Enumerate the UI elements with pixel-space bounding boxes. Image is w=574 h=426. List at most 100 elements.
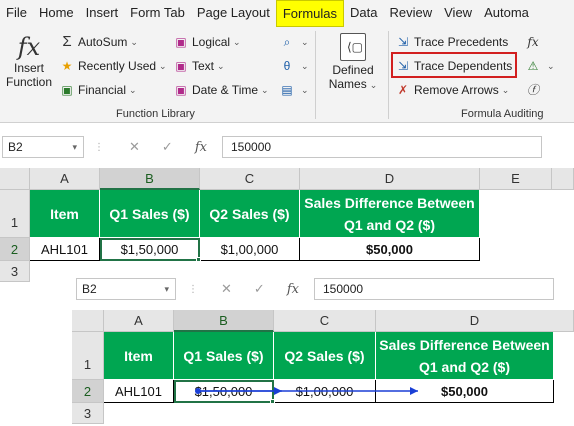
tab-formulas[interactable]: Formulas: [275, 0, 345, 27]
text-label: Text: [192, 59, 215, 73]
financial-label: Financial: [78, 83, 127, 97]
insert-function-button[interactable]: fx Insert Function: [4, 33, 54, 89]
cell-a2-2[interactable]: AHL101: [104, 380, 174, 403]
col-header-f[interactable]: [552, 168, 574, 190]
name-box-2[interactable]: B2 ▾: [76, 278, 176, 300]
formula-input[interactable]: 150000: [222, 136, 542, 158]
select-all-corner[interactable]: [0, 168, 30, 190]
name-box-value: B2: [8, 140, 23, 154]
header-cell-item-2[interactable]: Item: [104, 332, 174, 380]
formula-bar-2-buttons: ✕ ✓ fx: [210, 278, 310, 300]
cell-a2[interactable]: AHL101: [30, 238, 100, 261]
logical-label: Logical: [192, 35, 231, 49]
fill-handle[interactable]: [196, 257, 201, 262]
menu-bar: File Home Insert Form Tab Page Layout Fo…: [0, 0, 574, 27]
row-header-3-2[interactable]: 3: [72, 403, 104, 424]
row-header-3[interactable]: 3: [0, 261, 30, 282]
header-cell-q1[interactable]: Q1 Sales ($): [100, 190, 200, 238]
cancel-icon[interactable]: ✕: [221, 281, 232, 297]
header-cell-q2[interactable]: Q2 Sales ($): [200, 190, 300, 238]
recently-used-button[interactable]: ★ Recently Used ⌄: [60, 59, 167, 73]
fill-handle-2[interactable]: [270, 399, 275, 404]
splitter-handle[interactable]: ⋮: [94, 142, 104, 153]
tab-file[interactable]: File: [0, 0, 33, 27]
select-all-corner-2[interactable]: [72, 310, 104, 332]
financial-button[interactable]: ▣ Financial ⌄: [60, 83, 136, 97]
tab-automate[interactable]: Automa: [478, 0, 535, 27]
cell-d2-2[interactable]: $50,000: [376, 380, 554, 403]
enter-icon[interactable]: ✓: [162, 139, 173, 155]
splitter-handle[interactable]: ⋮: [188, 284, 198, 295]
trace-dependents-highlight: [391, 52, 517, 78]
header-cell-q1-2[interactable]: Q1 Sales ($): [174, 332, 274, 380]
col-header-a-2[interactable]: A: [104, 310, 174, 332]
chevron-down-icon: ⌄: [547, 60, 555, 71]
col-header-d[interactable]: D: [300, 168, 480, 190]
row-header-1-2[interactable]: 1: [72, 332, 104, 380]
tab-insert[interactable]: Insert: [80, 0, 125, 27]
tab-view[interactable]: View: [438, 0, 478, 27]
tab-home[interactable]: Home: [33, 0, 80, 27]
col-header-c[interactable]: C: [200, 168, 300, 190]
cell-b2[interactable]: $1,50,000: [100, 238, 200, 261]
col-header-b[interactable]: B: [100, 168, 200, 190]
chevron-down-icon: ⌄: [501, 84, 510, 95]
col-header-e[interactable]: E: [480, 168, 552, 190]
header-cell-q2-2[interactable]: Q2 Sales ($): [274, 332, 376, 380]
defined-names-label-1: Defined: [332, 63, 374, 77]
insert-function-label-2: Function: [5, 75, 53, 89]
chevron-down-icon: ▾: [72, 142, 77, 152]
error-checking-button[interactable]: ⚠ ⌄: [526, 59, 555, 73]
more-functions-button[interactable]: ▤ ⌄: [280, 83, 309, 97]
formula-input-2[interactable]: 150000: [314, 278, 554, 300]
text-book-icon: ▣: [175, 59, 187, 73]
col-header-d-2[interactable]: D: [376, 310, 574, 332]
header-cell-item[interactable]: Item: [30, 190, 100, 238]
formula-bar: B2 ▾ ⋮ ✕ ✓ fx 150000: [0, 134, 574, 160]
trace-precedents-button[interactable]: ⇲ Trace Precedents: [396, 35, 508, 49]
col-header-a[interactable]: A: [30, 168, 100, 190]
book-icon: ▣: [61, 83, 73, 97]
chevron-down-icon: ⌄: [130, 36, 138, 47]
ribbon: fx Insert Function Σ AutoSum ⌄ ★ Recently…: [0, 27, 574, 123]
insert-function-icon[interactable]: fx: [195, 140, 207, 155]
date-time-button[interactable]: ▣ Date & Time ⌄: [174, 83, 268, 97]
row-header-1[interactable]: 1: [0, 190, 30, 238]
remove-arrows-button[interactable]: ✗ Remove Arrows ⌄: [396, 83, 509, 97]
cancel-icon[interactable]: ✕: [129, 139, 140, 155]
row-header-2[interactable]: 2: [0, 238, 30, 261]
divider: [315, 31, 316, 119]
tab-review[interactable]: Review: [384, 0, 439, 27]
header-cell-difference-2[interactable]: Sales Difference Between Q1 and Q2 ($): [376, 332, 554, 380]
cell-b2-2[interactable]: $1,50,000: [174, 380, 274, 403]
tab-page-layout[interactable]: Page Layout: [191, 0, 276, 27]
text-button[interactable]: ▣ Text ⌄: [174, 59, 225, 73]
logical-button[interactable]: ▣ Logical ⌄: [174, 35, 241, 49]
header-cell-difference[interactable]: Sales Difference Between Q1 and Q2 ($): [300, 190, 480, 238]
formula-bar-2: B2 ▾ ⋮ ✕ ✓ fx 150000: [72, 276, 574, 302]
divider: [388, 31, 389, 119]
math-trig-button[interactable]: θ ⌄: [280, 59, 309, 73]
name-box[interactable]: B2 ▾: [2, 136, 84, 158]
col-header-b-2[interactable]: B: [174, 310, 274, 332]
show-formulas-button[interactable]: fx: [526, 35, 544, 49]
lookup-reference-button[interactable]: ⌕ ⌄: [280, 35, 309, 49]
enter-icon[interactable]: ✓: [254, 281, 265, 297]
chevron-down-icon: ⌄: [217, 60, 225, 71]
more-functions-icon: ▤: [281, 83, 293, 97]
col-header-c-2[interactable]: C: [274, 310, 376, 332]
defined-names-button[interactable]: ⟨▢ Defined Names ⌄: [322, 33, 384, 92]
date-time-label: Date & Time: [192, 83, 259, 97]
row-header-2-2[interactable]: 2: [72, 380, 104, 403]
autosum-button[interactable]: Σ AutoSum ⌄: [60, 34, 138, 49]
chevron-down-icon: ⌄: [233, 36, 241, 47]
chevron-down-icon: ⌄: [301, 84, 309, 95]
evaluate-formula-button[interactable]: ⓕ: [526, 83, 544, 97]
cell-c2-2[interactable]: $1,00,000: [274, 380, 376, 403]
cell-c2[interactable]: $1,00,000: [200, 238, 300, 261]
sheet2-grid: A B C D 1 2 3 Item Q1 Sales ($) Q2 Sales…: [72, 310, 574, 426]
insert-function-icon[interactable]: fx: [287, 282, 299, 297]
tab-form[interactable]: Form Tab: [124, 0, 191, 27]
tab-data[interactable]: Data: [344, 0, 383, 27]
cell-d2[interactable]: $50,000: [300, 238, 480, 261]
